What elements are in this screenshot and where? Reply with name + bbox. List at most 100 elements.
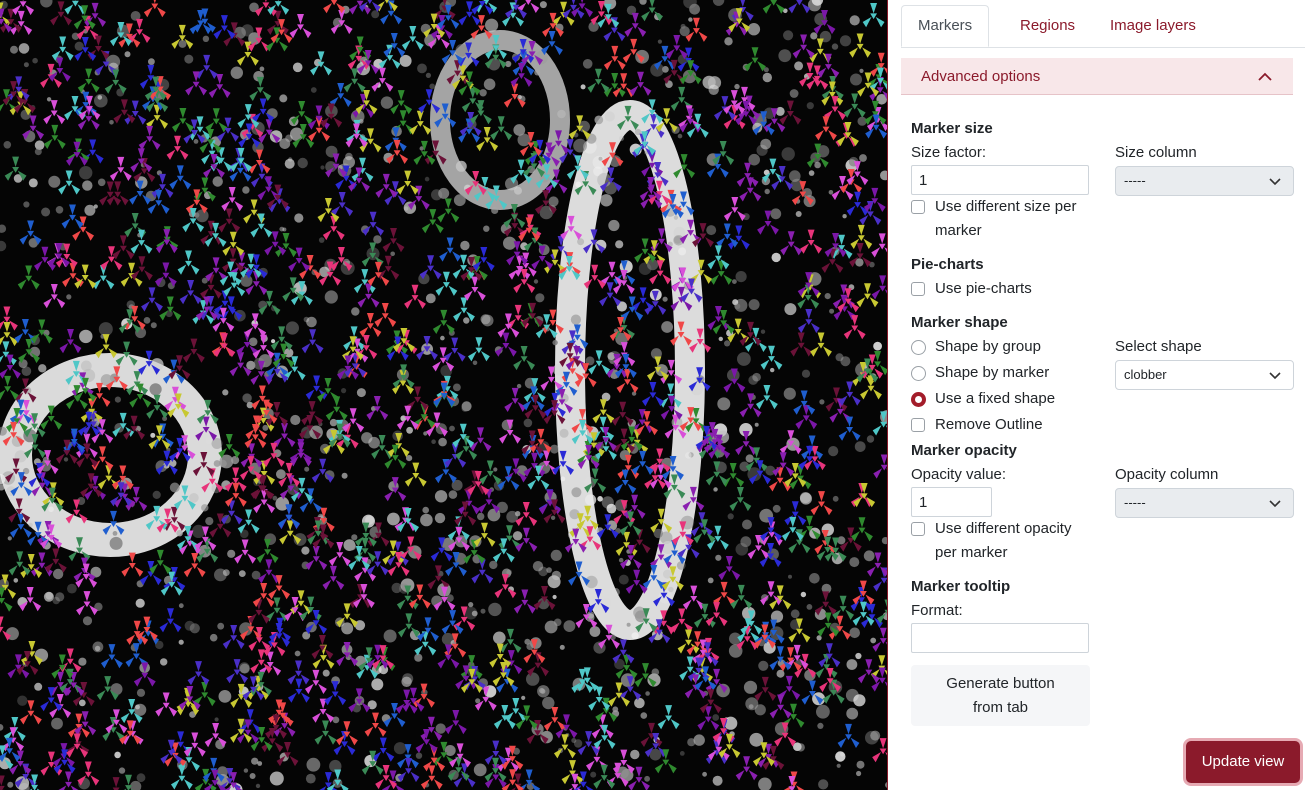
- marker: [100, 246, 123, 271]
- marker: [170, 765, 193, 790]
- tab-bar: Markers Regions Image layers: [901, 5, 1305, 48]
- marker: [437, 644, 460, 669]
- fixed-shape-radio[interactable]: [911, 392, 926, 407]
- pie-charts-checkbox[interactable]: [911, 282, 925, 296]
- marker: [838, 381, 861, 406]
- marker: [189, 10, 212, 35]
- marker: [510, 62, 533, 87]
- marker: [467, 471, 490, 496]
- update-view-button[interactable]: Update view: [1186, 741, 1300, 783]
- marker: [139, 561, 162, 586]
- marker: [862, 3, 885, 28]
- settings-panel: Markers Regions Image layers Advanced op…: [889, 0, 1315, 790]
- marker: [682, 585, 705, 610]
- shape-by-marker-label: Shape by marker: [935, 364, 1050, 381]
- marker: [20, 553, 43, 579]
- marker: [290, 100, 313, 126]
- marker: [705, 602, 728, 627]
- marker: [377, 255, 400, 280]
- marker: [623, 494, 646, 519]
- marker: [133, 662, 156, 687]
- marker: [314, 720, 337, 745]
- marker: [469, 427, 492, 452]
- marker: [611, 401, 634, 426]
- size-column-select[interactable]: -----: [1115, 166, 1294, 196]
- tab-markers[interactable]: Markers: [901, 5, 990, 47]
- marker: [473, 522, 496, 547]
- marker: [126, 620, 149, 645]
- marker: [543, 706, 566, 732]
- marker: [561, 760, 584, 785]
- marker: [631, 450, 654, 475]
- marker: [760, 521, 783, 546]
- marker: [427, 565, 450, 590]
- size-factor-input[interactable]: [911, 165, 1089, 195]
- marker: [324, 681, 347, 706]
- marker: [531, 245, 554, 270]
- tab-image-layers[interactable]: Image layers: [1094, 5, 1212, 46]
- different-size-checkbox[interactable]: [911, 200, 925, 214]
- shape-by-marker-radio[interactable]: [911, 366, 926, 381]
- marker: [155, 692, 178, 717]
- marker: [640, 722, 663, 747]
- marker: [244, 313, 267, 338]
- tooltip-format-input[interactable]: [911, 623, 1089, 653]
- marker: [415, 728, 438, 754]
- generate-button-line2: from tab: [972, 699, 1029, 716]
- marker: [471, 0, 494, 15]
- image-viewer[interactable]: [0, 0, 888, 790]
- marker: [121, 720, 144, 745]
- different-size-label-line2: marker: [935, 222, 982, 239]
- marker: [169, 165, 192, 190]
- marker: [852, 580, 875, 605]
- tab-regions[interactable]: Regions: [1004, 5, 1091, 46]
- marker: [257, 559, 280, 584]
- size-column-value: -----: [1124, 173, 1146, 188]
- marker: [84, 475, 107, 500]
- opacity-value-input[interactable]: [911, 487, 992, 517]
- marker: [137, 620, 160, 645]
- remove-outline-checkbox[interactable]: [911, 418, 925, 432]
- marker: [458, 71, 481, 96]
- marker: [793, 390, 816, 415]
- marker: [290, 281, 313, 306]
- marker: [208, 73, 231, 99]
- marker: [788, 0, 811, 14]
- marker: [712, 310, 735, 335]
- marker: [109, 156, 132, 181]
- marker: [744, 47, 766, 72]
- marker: [387, 432, 410, 458]
- tooltip-format-label: Format:: [911, 602, 963, 619]
- marker: [113, 99, 136, 124]
- marker: [262, 442, 285, 467]
- marker: [322, 215, 345, 241]
- select-shape-dropdown[interactable]: clobber: [1115, 360, 1294, 390]
- marker: [803, 446, 826, 471]
- marker: [463, 276, 486, 301]
- shape-by-group-radio[interactable]: [911, 340, 926, 355]
- different-opacity-checkbox[interactable]: [911, 522, 925, 536]
- marker: [843, 315, 866, 340]
- marker: [268, 575, 291, 600]
- marker: [317, 377, 339, 403]
- marker: [76, 15, 99, 40]
- marker: [59, 329, 82, 354]
- marker: [301, 329, 324, 354]
- advanced-options-header[interactable]: Advanced options: [901, 58, 1293, 95]
- marker: [494, 574, 517, 599]
- tissue-image-canvas[interactable]: [0, 0, 888, 790]
- marker: [837, 121, 859, 147]
- marker: [312, 698, 335, 723]
- marker: [248, 149, 271, 174]
- marker: [333, 731, 356, 756]
- marker: [459, 112, 482, 137]
- generate-button-from-tab[interactable]: Generate button from tab: [911, 665, 1090, 726]
- marker: [135, 616, 158, 641]
- marker: [780, 231, 803, 256]
- marker: [128, 18, 151, 43]
- chevron-up-icon: [1258, 72, 1272, 81]
- opacity-column-select[interactable]: -----: [1115, 488, 1294, 518]
- different-opacity-label-line1: Use different opacity: [935, 520, 1072, 537]
- marker: [657, 705, 680, 730]
- marker: [331, 192, 354, 217]
